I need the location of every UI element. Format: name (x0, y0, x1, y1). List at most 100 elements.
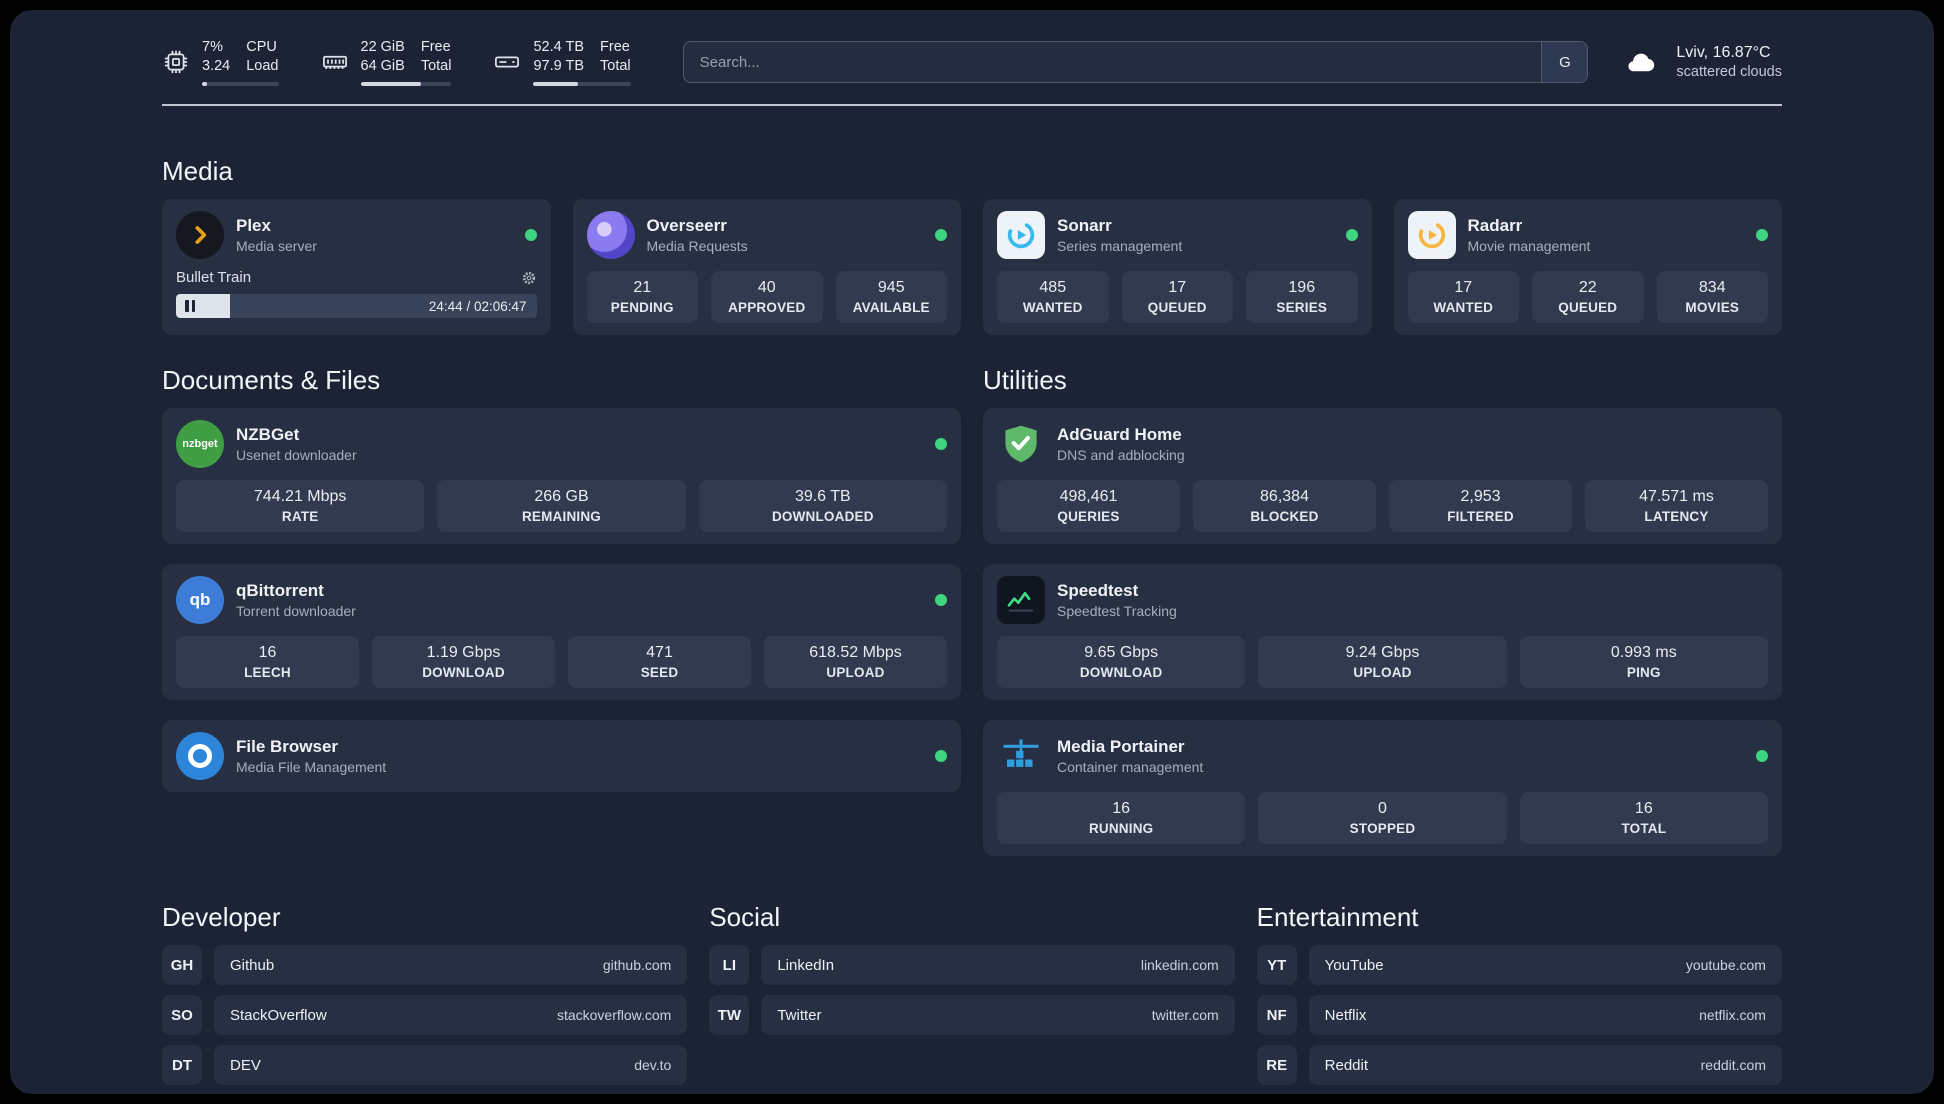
bookmark-url: github.com (602, 957, 672, 973)
service-card-plex[interactable]: Plex Media server Bullet Train 24:44 / 0… (162, 199, 551, 335)
service-name: NZBGet (236, 425, 300, 444)
bookmark-abbr[interactable]: GH (162, 945, 202, 985)
now-playing-title: Bullet Train (176, 269, 252, 286)
search-provider-button[interactable]: G (1541, 42, 1588, 82)
stat-label: SERIES (1276, 300, 1328, 315)
seek-bar[interactable]: 24:44 / 02:06:47 (176, 294, 537, 318)
stat-label: DOWNLOAD (1079, 665, 1163, 680)
stat-label: APPROVED (728, 300, 806, 315)
stat-value: 17 (1168, 279, 1187, 296)
stat-value: 39.6 TB (794, 488, 851, 505)
service-card-adguard[interactable]: AdGuard Home DNS and adblocking 498,461 … (983, 408, 1782, 544)
weather-location: Lviv, 16.87°C (1676, 44, 1771, 61)
bookmark-row: DT DEV dev.to (162, 1045, 688, 1085)
service-name: Plex (236, 216, 271, 235)
bookmark-abbr[interactable]: SO (162, 995, 202, 1035)
ram-icon (321, 48, 349, 76)
stat-label: TOTAL (1621, 821, 1667, 836)
storage-icon (493, 48, 521, 76)
plex-now-playing: Bullet Train 24:44 / 02:06:47 (176, 269, 537, 318)
nzbget-icon-text: nzbget (182, 438, 218, 450)
bookmark-abbr[interactable]: RE (1256, 1045, 1297, 1085)
bookmark-abbr[interactable]: TW (709, 995, 750, 1035)
stat-value: 498,461 (1059, 488, 1118, 505)
stat-value: 16 (1634, 800, 1653, 817)
bookmark-link[interactable]: Twitter twitter.com (761, 995, 1235, 1035)
radarr-icon (1407, 211, 1456, 259)
cpu-widget: 7% 3.24 CPU Load (162, 38, 279, 86)
cpu-load-label: Load (246, 58, 279, 74)
stat-label: RATE (281, 509, 319, 524)
stat-tile: 1.19 Gbps DOWNLOAD (372, 636, 555, 688)
stat-value: 0 (1378, 800, 1387, 817)
service-card-portainer[interactable]: Media Portainer Container management 16 … (983, 720, 1782, 856)
search-input[interactable] (683, 42, 1542, 82)
stat-tile: 266 GB REMAINING (437, 480, 686, 532)
bookmark-link[interactable]: Github github.com (214, 945, 688, 985)
bookmark-link[interactable]: Reddit reddit.com (1308, 1045, 1782, 1085)
bookmark-link[interactable]: Netflix netflix.com (1308, 995, 1782, 1035)
service-card-overseerr[interactable]: Overseerr Media Requests 21 PENDING 40 A… (572, 199, 961, 335)
stat-value: 2,953 (1460, 488, 1501, 505)
stat-label: BLOCKED (1250, 509, 1319, 524)
service-subtitle: Speedtest Tracking (1057, 603, 1177, 619)
bookmark-url: linkedin.com (1140, 957, 1219, 973)
bookmark-abbr[interactable]: LI (709, 945, 750, 985)
portainer-icon (997, 732, 1045, 780)
service-subtitle: Movie management (1467, 238, 1591, 254)
service-card-nzbget[interactable]: nzbget NZBGet Usenet downloader 744.21 M… (162, 408, 961, 544)
section-utilities: Utilities AdGuard Home DNS and adblockin… (983, 365, 1782, 856)
stat-tile: 834 MOVIES (1656, 271, 1768, 323)
service-card-speedtest[interactable]: Speedtest Speedtest Tracking 9.65 Gbps D… (983, 564, 1782, 700)
cloud-icon (1618, 45, 1664, 79)
stat-value: 744.21 Mbps (253, 488, 347, 505)
stat-label: LEECH (244, 665, 291, 680)
bookmark-link[interactable]: DEV dev.to (214, 1045, 688, 1085)
stat-value: 47.571 ms (1639, 488, 1714, 505)
stat-value: 485 (1039, 279, 1067, 296)
section-media: Media Plex Media server Bullet Train 24:… (162, 156, 1782, 335)
bookmark-name: Netflix (1324, 1006, 1367, 1024)
bookmark-row: RE Reddit reddit.com (1256, 1045, 1782, 1085)
section-title-developer: Developer (162, 902, 281, 932)
section-title-utilities: Utilities (983, 365, 1067, 395)
cpu-progress-fill (202, 82, 208, 86)
stat-label: WANTED (1433, 300, 1494, 315)
player-settings-icon[interactable] (521, 270, 537, 286)
ram-total-label: Total (420, 58, 452, 74)
stat-label: AVAILABLE (852, 300, 930, 315)
nzbget-icon: nzbget (176, 420, 224, 468)
bookmark-row: TW Twitter twitter.com (709, 995, 1235, 1035)
bookmark-link[interactable]: LinkedIn linkedin.com (761, 945, 1235, 985)
bookmark-link[interactable]: YouTube youtube.com (1308, 945, 1782, 985)
service-card-filebrowser[interactable]: File Browser Media File Management (162, 720, 961, 792)
bookmark-abbr[interactable]: DT (162, 1045, 202, 1085)
service-card-radarr[interactable]: Radarr Movie management 17 WANTED 22 QUE… (1393, 199, 1782, 335)
service-card-sonarr[interactable]: Sonarr Series management 485 WANTED 17 Q… (983, 199, 1372, 335)
stat-label: FILTERED (1447, 509, 1514, 524)
stat-tile: 196 SERIES (1246, 271, 1358, 323)
stat-label: UPLOAD (826, 665, 885, 680)
ram-free: 22 GiB (360, 39, 405, 55)
service-subtitle: Media File Management (236, 759, 387, 775)
cpu-load-value: 3.24 (202, 58, 231, 74)
service-card-qbittorrent[interactable]: qb qBittorrent Torrent downloader 16 LEE… (162, 564, 961, 700)
stat-tile: 21 PENDING (586, 271, 698, 323)
bookmark-link[interactable]: StackOverflow stackoverflow.com (214, 995, 688, 1035)
stat-value: 16 (1112, 800, 1131, 817)
pause-icon[interactable] (185, 300, 195, 312)
service-subtitle: Media server (236, 238, 317, 254)
stat-label: STOPPED (1349, 821, 1416, 836)
stat-tile: 9.24 Gbps UPLOAD (1258, 636, 1507, 688)
stat-tile: 0 STOPPED (1258, 792, 1507, 844)
service-subtitle: Usenet downloader (236, 447, 357, 463)
bookmark-abbr[interactable]: NF (1256, 995, 1297, 1035)
stat-label: UPLOAD (1353, 665, 1412, 680)
adguard-icon (997, 420, 1045, 468)
speedtest-icon (997, 576, 1045, 624)
bookmark-name: LinkedIn (777, 956, 835, 974)
bookmark-url: stackoverflow.com (556, 1007, 672, 1023)
cpu-label: CPU (246, 39, 277, 55)
service-subtitle: DNS and adblocking (1057, 447, 1185, 463)
bookmark-abbr[interactable]: YT (1256, 945, 1297, 985)
